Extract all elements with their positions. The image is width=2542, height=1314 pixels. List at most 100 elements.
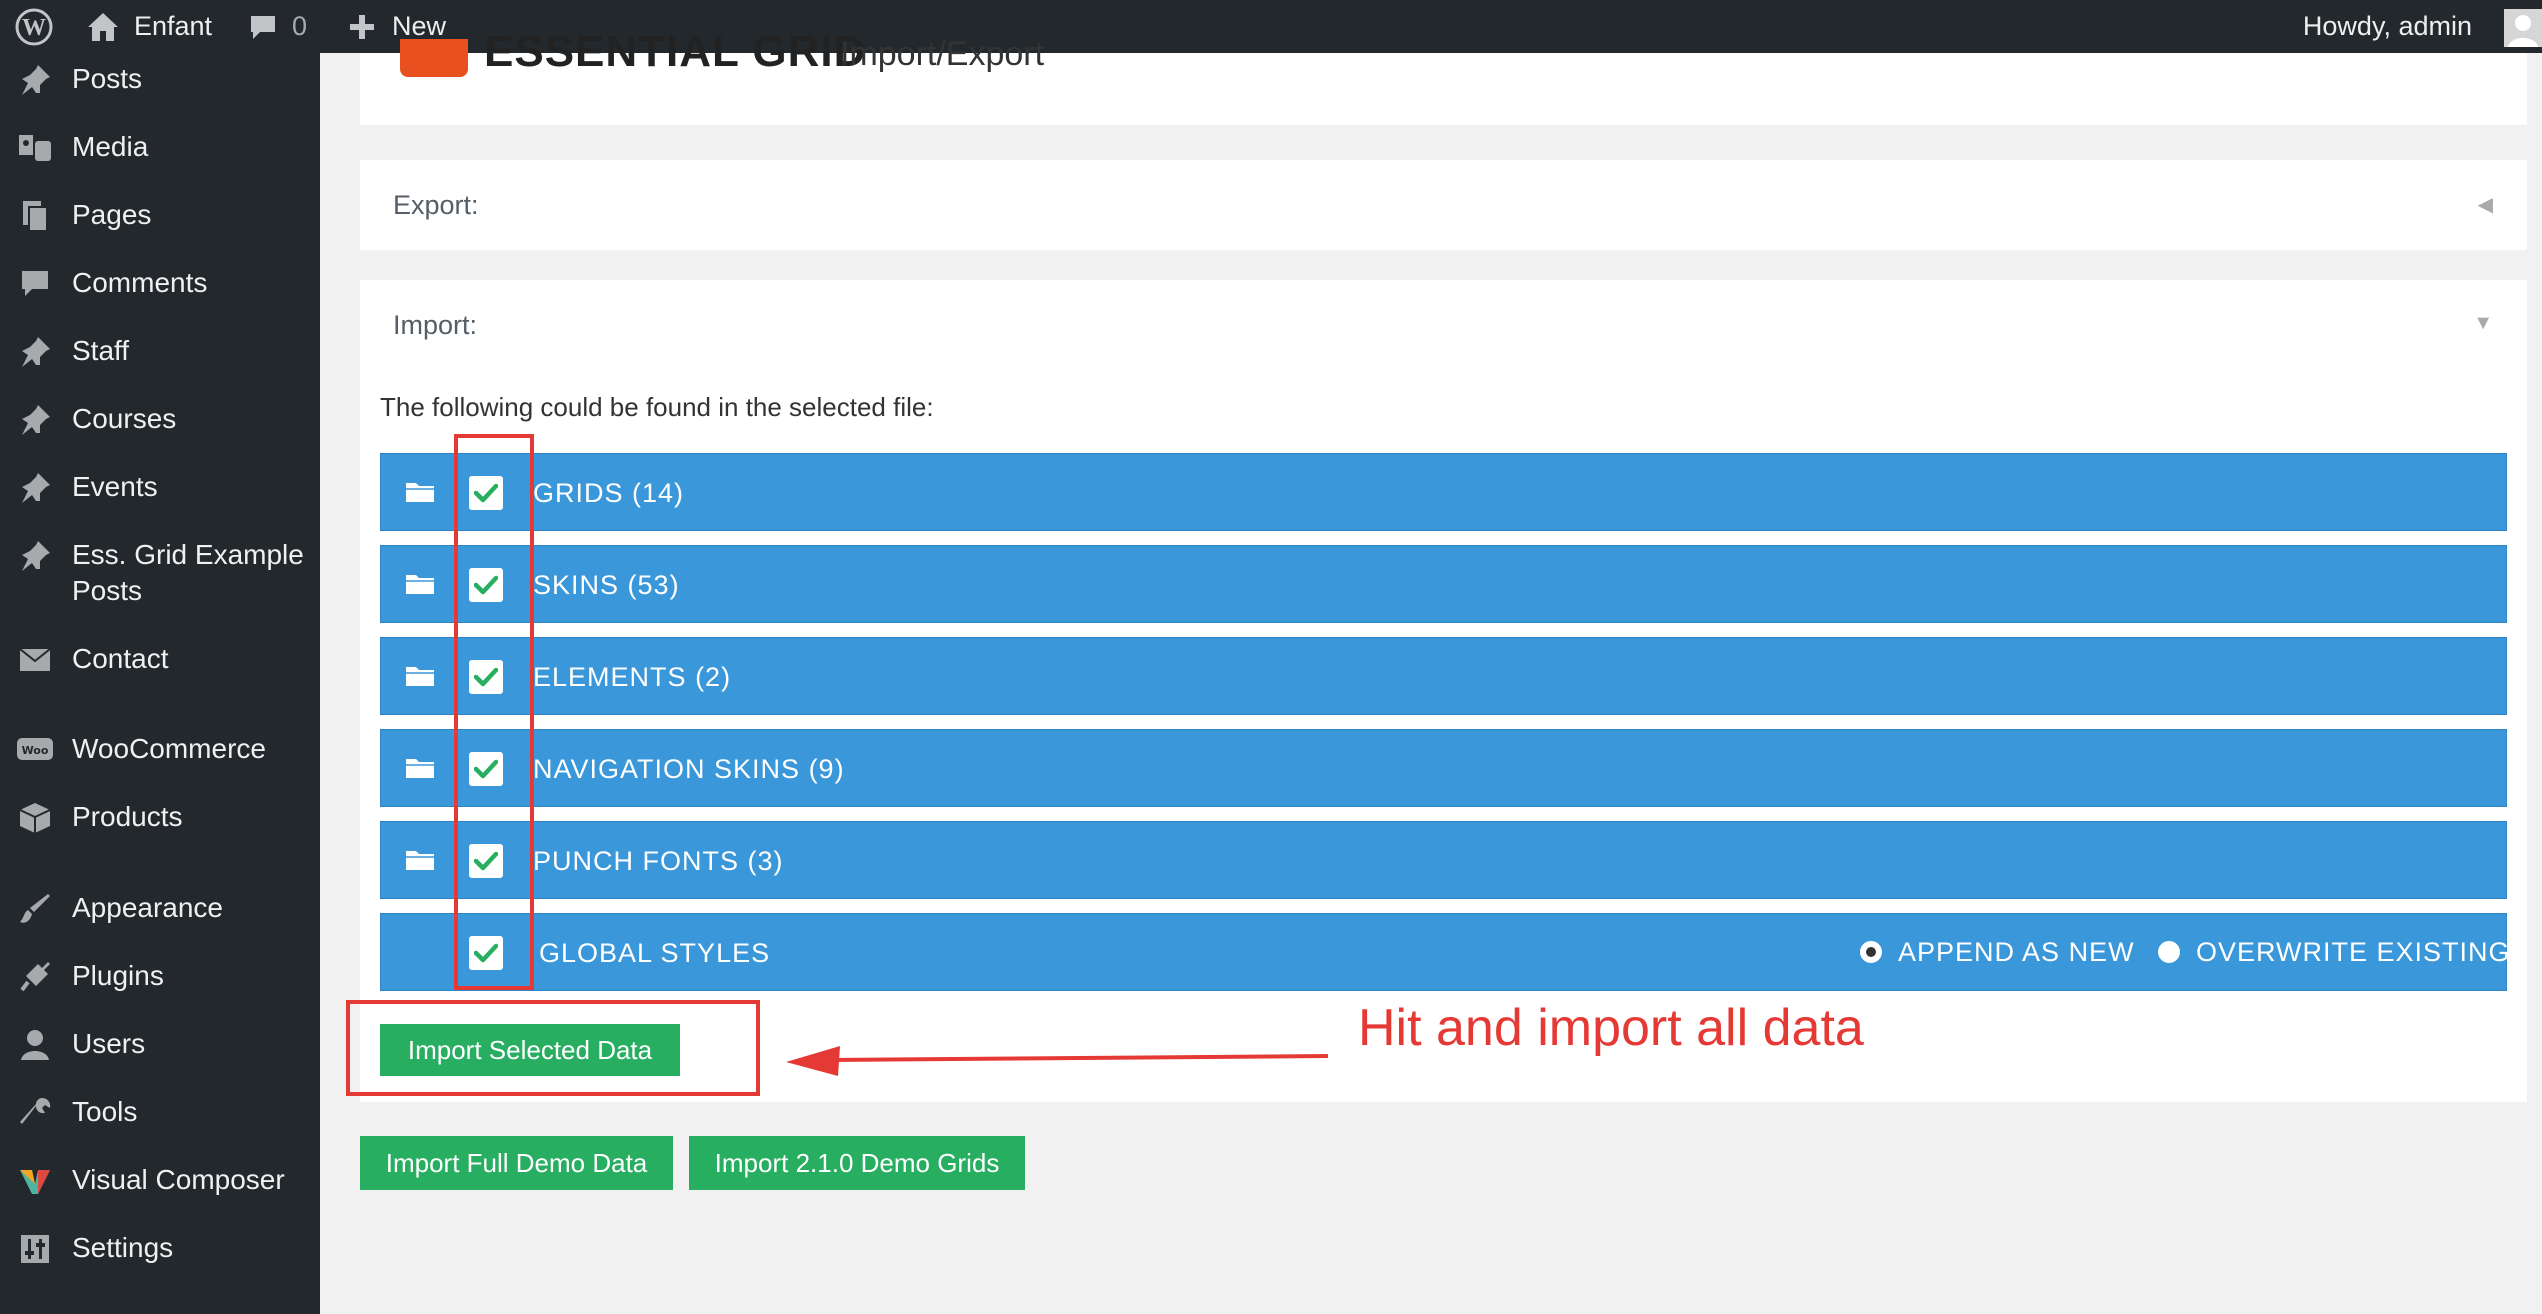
avatar[interactable] bbox=[2504, 9, 2542, 47]
append-label: APPEND AS NEW bbox=[1898, 936, 2135, 967]
button-highlight-box bbox=[346, 1000, 760, 1096]
append-radio[interactable] bbox=[1860, 941, 1882, 963]
export-panel[interactable]: Export: ◀ bbox=[360, 160, 2527, 250]
sidebar-item-label: WooCommerce bbox=[72, 733, 266, 764]
sidebar-item-plugins[interactable]: Plugins bbox=[0, 958, 320, 998]
import-row-navigation-skins: NAVIGATION SKINS (9) bbox=[380, 729, 2507, 807]
import-row-elements: ELEMENTS (2) bbox=[380, 637, 2507, 715]
row-name: ELEMENTS bbox=[533, 662, 687, 692]
woo-icon: Woo bbox=[16, 731, 54, 769]
collapse-down-icon[interactable]: ▼ bbox=[2473, 312, 2493, 335]
sidebar-item-label: Courses bbox=[72, 403, 177, 434]
sidebar-item-pages[interactable]: Pages bbox=[0, 197, 320, 237]
sidebar-item-courses[interactable]: Courses bbox=[0, 401, 320, 441]
import-row-label: NAVIGATION SKINS (9) bbox=[533, 730, 845, 808]
folder-icon[interactable] bbox=[405, 664, 435, 693]
import-row-grids: GRIDS (14) bbox=[380, 453, 2507, 531]
overwrite-existing-option[interactable]: OVERWRITE EXISTING bbox=[2158, 913, 2511, 991]
svg-text:Woo: Woo bbox=[22, 744, 49, 757]
import-intro-text: The following could be found in the sele… bbox=[380, 392, 934, 422]
sidebar-item-users[interactable]: Users bbox=[0, 1026, 320, 1066]
admin-bar: W Enfant 0 New Howdy, admin bbox=[0, 0, 2542, 53]
sidebar-item-label: Comments bbox=[72, 267, 208, 298]
sidebar-item-comments[interactable]: Comments bbox=[0, 265, 320, 305]
sidebar-item-label: Plugins bbox=[72, 960, 164, 991]
row-name: PUNCH FONTS bbox=[533, 846, 739, 876]
import-row-skins: SKINS (53) bbox=[380, 545, 2507, 623]
append-as-new-option[interactable]: APPEND AS NEW bbox=[1860, 913, 2135, 991]
collapse-left-icon[interactable]: ◀ bbox=[2478, 192, 2493, 217]
import-row-label: SKINS (53) bbox=[533, 546, 680, 624]
annotation-arrow bbox=[786, 1046, 1329, 1076]
sidebar-item-staff[interactable]: Staff bbox=[0, 333, 320, 373]
plug-icon bbox=[16, 958, 54, 996]
box-icon bbox=[16, 799, 54, 837]
sidebar-item-label: Users bbox=[72, 1028, 146, 1059]
row-name: NAVIGATION SKINS bbox=[533, 754, 801, 784]
sidebar-item-label: Media bbox=[72, 131, 149, 162]
folder-icon[interactable] bbox=[405, 848, 435, 877]
sidebar-item-label: Contact bbox=[72, 643, 169, 674]
overwrite-label: OVERWRITE EXISTING bbox=[2196, 936, 2511, 967]
sidebar-item-posts[interactable]: Posts bbox=[0, 61, 320, 101]
import-demo-grids-button[interactable]: Import 2.1.0 Demo Grids bbox=[689, 1136, 1025, 1190]
folder-icon[interactable] bbox=[405, 480, 435, 509]
pages-icon bbox=[16, 197, 54, 235]
import-title[interactable]: Import: bbox=[393, 310, 477, 341]
sidebar-item-products[interactable]: Products bbox=[0, 799, 320, 839]
overwrite-radio[interactable] bbox=[2158, 941, 2180, 963]
sidebar-item-label: Settings bbox=[72, 1232, 174, 1263]
sidebar-item-media[interactable]: Media bbox=[0, 129, 320, 169]
sidebar-item-contact[interactable]: Contact bbox=[0, 641, 320, 681]
sidebar-item-events[interactable]: Events bbox=[0, 469, 320, 509]
row-name: GRIDS bbox=[533, 478, 624, 508]
sidebar-item-tools[interactable]: Tools bbox=[0, 1094, 320, 1134]
howdy-text: Howdy, admin bbox=[2302, 11, 2472, 41]
new-label: New bbox=[392, 11, 447, 41]
site-name-link[interactable]: Enfant bbox=[86, 0, 212, 53]
import-row-label: GRIDS (14) bbox=[533, 454, 684, 532]
svg-text:W: W bbox=[22, 15, 46, 41]
plus-icon bbox=[350, 14, 374, 39]
pin-icon bbox=[16, 61, 54, 99]
sidebar-item-label: Visual Composer bbox=[72, 1164, 285, 1195]
user-icon bbox=[16, 1026, 54, 1064]
account-menu[interactable]: Howdy, admin bbox=[2303, 0, 2472, 53]
folder-icon[interactable] bbox=[405, 572, 435, 601]
row-count: (2) bbox=[695, 662, 732, 692]
row-name: SKINS bbox=[533, 570, 620, 600]
sidebar-item-visual-composer[interactable]: Visual Composer bbox=[0, 1162, 320, 1202]
sidebar-item-label: Products bbox=[72, 801, 183, 832]
logo-text: ESSENTIAL GRID bbox=[484, 27, 867, 76]
sliders-icon bbox=[16, 1230, 54, 1268]
sidebar-item-label: Events bbox=[72, 471, 158, 502]
import-row-label: PUNCH FONTS (3) bbox=[533, 822, 784, 900]
pin-icon bbox=[16, 401, 54, 439]
import-row-label: ELEMENTS (2) bbox=[533, 638, 731, 716]
sidebar-item-woocommerce[interactable]: Woo WooCommerce bbox=[0, 731, 320, 771]
comments-link[interactable]: 0 bbox=[248, 0, 307, 53]
page-title: Import/Export bbox=[840, 35, 1045, 73]
comment-icon bbox=[251, 15, 275, 39]
mail-icon bbox=[16, 641, 54, 679]
home-icon bbox=[88, 12, 118, 41]
import-full-demo-button[interactable]: Import Full Demo Data bbox=[360, 1136, 673, 1190]
sidebar-item-settings[interactable]: Settings bbox=[0, 1230, 320, 1270]
import-row-punch-fonts: PUNCH FONTS (3) bbox=[380, 821, 2507, 899]
brush-icon bbox=[16, 890, 54, 928]
row-name: GLOBAL STYLES bbox=[539, 938, 771, 968]
sidebar-item-label: Appearance bbox=[72, 892, 224, 923]
sidebar-item-ess-grid-example-posts[interactable]: Ess. Grid Example Posts bbox=[0, 537, 320, 617]
sidebar-item-label: Tools bbox=[72, 1096, 138, 1127]
sidebar-item-appearance[interactable]: Appearance bbox=[0, 890, 320, 930]
site-name: Enfant bbox=[134, 11, 213, 41]
sidebar-item-label: Posts bbox=[72, 63, 143, 94]
comments-count: 0 bbox=[292, 11, 308, 41]
folder-icon[interactable] bbox=[405, 756, 435, 785]
row-count: (53) bbox=[627, 570, 680, 600]
annotation-text: Hit and import all data bbox=[1358, 999, 1864, 1057]
sidebar-item-label: Ess. Grid Example Posts bbox=[72, 539, 304, 606]
row-count: (14) bbox=[632, 478, 685, 508]
import-row-label: GLOBAL STYLES bbox=[539, 914, 770, 992]
wordpress-logo-icon[interactable]: W bbox=[14, 0, 54, 53]
